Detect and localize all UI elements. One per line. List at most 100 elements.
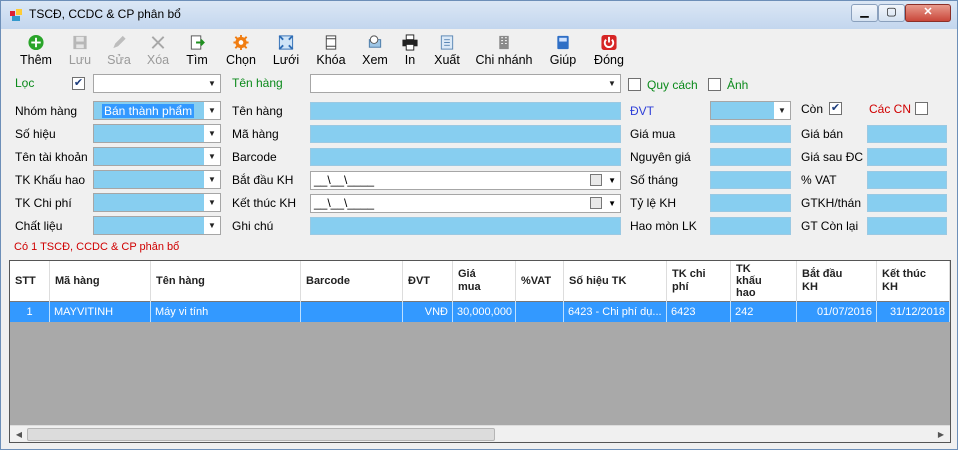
delete-button[interactable]: Xóa	[141, 31, 175, 69]
all-branches-checkbox[interactable]	[915, 102, 928, 115]
print-button[interactable]: In	[398, 31, 422, 69]
chevron-down-icon: ▼	[608, 176, 616, 185]
column-header[interactable]: TK khấu hao	[731, 261, 797, 302]
product-code-label: Mã hàng	[232, 127, 279, 141]
remaining-value-input[interactable]	[867, 217, 947, 235]
all-branches-label: Các CN	[869, 102, 912, 116]
column-header[interactable]: TK chi phí	[667, 261, 731, 302]
chevron-down-icon: ▼	[204, 75, 220, 92]
account-name-combo[interactable]: ▼	[93, 147, 221, 166]
column-header[interactable]: Kết thúc KH	[877, 261, 950, 302]
depreciation-account-combo[interactable]: ▼	[93, 170, 221, 189]
calendar-icon[interactable]	[590, 197, 602, 209]
note-label: Ghi chú	[232, 219, 274, 233]
main-window: TSCĐ, CCDC & CP phân bổ ▁ ▢ ✕ Thêm Lưu S…	[0, 0, 958, 450]
material-label: Chất liệu	[15, 219, 63, 233]
chevron-down-icon: ▼	[204, 102, 220, 119]
barcode-input[interactable]	[310, 148, 621, 166]
column-header[interactable]: Barcode	[301, 261, 403, 302]
account-name-label: Tên tài khoản	[15, 150, 88, 164]
save-button[interactable]: Lưu	[63, 31, 97, 69]
product-code-input[interactable]	[310, 125, 621, 143]
chevron-down-icon: ▼	[608, 199, 616, 208]
column-header[interactable]: Mã hàng	[50, 261, 151, 302]
group-label: Nhóm hàng	[15, 104, 78, 118]
note-input[interactable]	[310, 217, 621, 235]
power-icon	[601, 34, 617, 51]
sale-price-input[interactable]	[867, 125, 947, 143]
product-name-input[interactable]	[310, 102, 621, 120]
maximize-button[interactable]: ▢	[878, 4, 905, 22]
delete-icon	[151, 36, 165, 49]
spec-checkbox[interactable]	[628, 78, 641, 91]
filter-checkbox[interactable]: ✔	[72, 77, 85, 90]
chevron-down-icon: ▼	[204, 148, 220, 165]
scroll-left-icon[interactable]: ◀	[12, 428, 26, 441]
column-header[interactable]: Tên hàng	[151, 261, 301, 302]
group-combo-value: Bán thành phẩm	[102, 104, 195, 118]
app-icon	[10, 9, 22, 21]
column-header[interactable]: %VAT	[516, 261, 564, 302]
active-checkbox[interactable]: ✔	[829, 102, 842, 115]
group-combo[interactable]: Bán thành phẩm ▼	[93, 101, 221, 120]
chevron-down-icon: ▼	[204, 125, 220, 142]
find-button[interactable]: Tìm	[180, 31, 214, 69]
select-button[interactable]: Chọn	[221, 31, 261, 69]
close-button[interactable]: ✕	[905, 4, 951, 22]
vat-input[interactable]	[867, 171, 947, 189]
months-input[interactable]	[710, 171, 791, 189]
help-book-icon	[557, 35, 569, 50]
depreciation-rate-input[interactable]	[710, 194, 791, 212]
material-combo[interactable]: ▼	[93, 216, 221, 235]
close-form-button[interactable]: Đóng	[591, 31, 627, 69]
scroll-right-icon[interactable]: ▶	[934, 428, 948, 441]
scroll-thumb[interactable]	[27, 428, 495, 441]
image-label: Ảnh	[727, 78, 749, 92]
image-checkbox[interactable]	[708, 78, 721, 91]
chevron-down-icon: ▼	[204, 171, 220, 188]
export-icon	[440, 35, 454, 50]
expense-account-combo[interactable]: ▼	[93, 193, 221, 212]
expense-account-label: TK Chi phí	[15, 196, 72, 210]
edit-button[interactable]: Sửa	[102, 31, 136, 69]
help-button[interactable]: Giúp	[547, 31, 579, 69]
record-count-status: Có 1 TSCĐ, CCDC & CP phân bổ	[14, 241, 180, 253]
account-number-combo[interactable]: ▼	[93, 124, 221, 143]
unit-combo[interactable]: ▼	[710, 101, 791, 120]
lock-button[interactable]: Khóa	[313, 31, 349, 69]
spec-label: Quy cách	[647, 78, 698, 92]
branch-button[interactable]: Chi nhánh	[473, 31, 535, 69]
purchase-price-input[interactable]	[710, 125, 791, 143]
filter-combo[interactable]: ▼	[93, 74, 221, 93]
column-header[interactable]: ĐVT	[403, 261, 453, 302]
calendar-icon[interactable]	[590, 174, 602, 186]
title-bar: TSCĐ, CCDC & CP phân bổ ▁ ▢ ✕	[1, 1, 957, 29]
column-header[interactable]: Bắt đầu KH	[797, 261, 877, 302]
export-button[interactable]: Xuất	[430, 31, 464, 69]
minimize-button[interactable]: ▁	[851, 4, 878, 22]
table-row[interactable]: 1 MAYVITINH Máy vi tính VNĐ 30,000,000 6…	[10, 302, 950, 322]
filter-product-name-combo[interactable]: ▼	[310, 74, 621, 93]
depreciation-end-date[interactable]: __\__\____ ▼	[310, 194, 621, 213]
asset-grid[interactable]: STT Mã hàng Tên hàng Barcode ĐVT Giá mua…	[9, 260, 951, 443]
purchase-price-label: Giá mua	[630, 127, 676, 141]
save-icon	[73, 35, 87, 50]
months-label: Số tháng	[630, 173, 679, 187]
accumulated-depreciation-input[interactable]	[710, 217, 791, 235]
column-header[interactable]: STT	[10, 261, 50, 302]
sale-price-label: Giá bán	[801, 127, 844, 141]
column-header[interactable]: Số hiệu TK	[564, 261, 667, 302]
monthly-depreciation-input[interactable]	[867, 194, 947, 212]
depreciation-start-date[interactable]: __\__\____ ▼	[310, 171, 621, 190]
window-title: TSCĐ, CCDC & CP phân bổ	[29, 7, 181, 21]
building-icon	[499, 35, 509, 50]
chevron-down-icon: ▼	[204, 194, 220, 211]
column-header[interactable]: Giá mua	[453, 261, 516, 302]
original-cost-input[interactable]	[710, 148, 791, 166]
adjusted-price-input[interactable]	[867, 148, 947, 166]
chevron-down-icon: ▼	[204, 217, 220, 234]
grid-button[interactable]: Lưới	[269, 31, 303, 69]
add-button[interactable]: Thêm	[16, 31, 56, 69]
horizontal-scrollbar[interactable]: ◀ ▶	[10, 425, 950, 442]
view-button[interactable]: Xem	[358, 31, 392, 69]
